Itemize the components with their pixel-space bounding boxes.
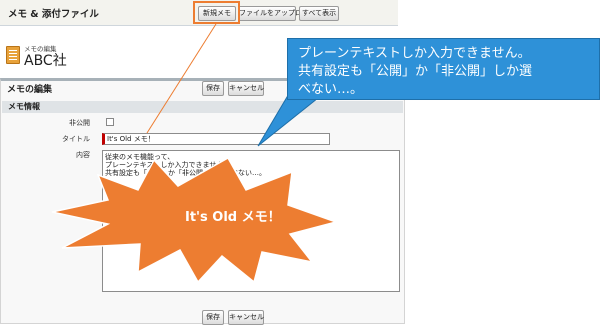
callout-tail [257, 91, 320, 147]
callout-line: べない…。 [298, 82, 364, 97]
connector-line [146, 23, 217, 134]
burst-label: It's Old メモ！ [185, 210, 281, 225]
callout-line: 共有設定も「公開」か「非公開」しか選 [298, 64, 533, 79]
callout-line: プレーンテキストしか入力できません。 [298, 46, 531, 61]
